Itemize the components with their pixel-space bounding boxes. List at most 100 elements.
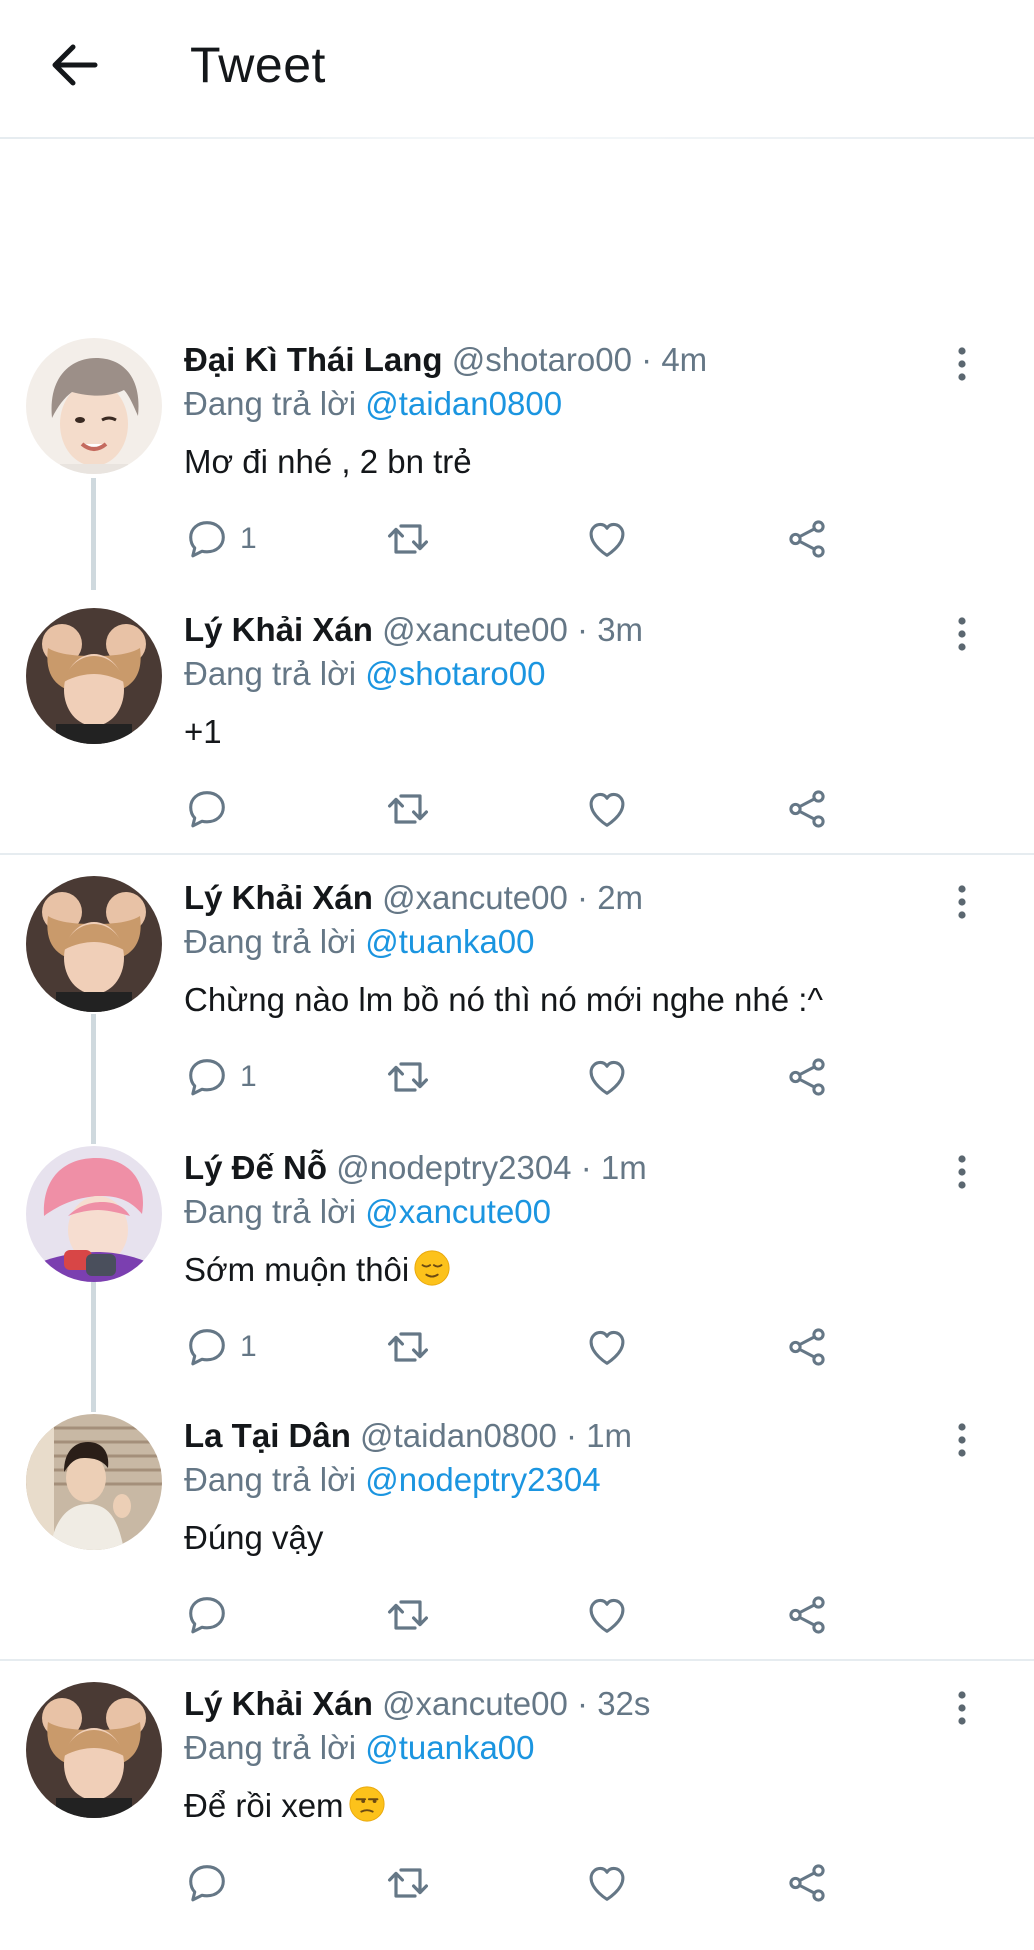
retweet-button[interactable] (384, 1051, 432, 1103)
reply-button[interactable]: 1 (184, 513, 257, 565)
more-options-button[interactable] (942, 1418, 982, 1462)
timestamp[interactable]: · 3m (577, 611, 643, 648)
share-button[interactable] (784, 1857, 830, 1909)
reply-button[interactable]: 1 (184, 1321, 257, 1373)
back-button[interactable] (44, 38, 104, 92)
handle[interactable]: @taidan0800 (360, 1417, 557, 1454)
comment-icon (184, 516, 230, 562)
display-name[interactable]: Lý Khải Xán (184, 879, 373, 916)
retweet-icon (384, 1859, 432, 1907)
reply-mention[interactable]: @xancute00 (365, 1193, 551, 1230)
tweet[interactable]: La Tại Dân @taidan0800 · 1m Đang trả lời… (0, 1414, 1034, 1682)
retweet-button[interactable] (384, 513, 432, 565)
timestamp[interactable]: · 32s (577, 1685, 650, 1722)
more-options-button[interactable] (942, 612, 982, 656)
display-name[interactable]: Lý Khải Xán (184, 1685, 373, 1722)
reply-context: Đang trả lời @nodeptry2304 (184, 1458, 944, 1502)
avatar[interactable] (26, 1682, 162, 1818)
tweet-actions: 1 (184, 1321, 864, 1373)
reply-mention[interactable]: @taidan0800 (365, 385, 562, 422)
share-button[interactable] (784, 1321, 830, 1373)
tweet[interactable]: Lý Khải Xán @xancute00 · 2m Đang trả lời… (0, 876, 1034, 1144)
avatar[interactable] (26, 876, 162, 1012)
heart-icon (584, 1324, 630, 1370)
display-name[interactable]: Đại Kì Thái Lang (184, 341, 443, 378)
tweet-actions: 1 (184, 1051, 864, 1103)
more-options-button[interactable] (942, 1686, 982, 1730)
comment-icon (184, 1324, 230, 1370)
reply-button[interactable] (184, 1589, 240, 1641)
like-button[interactable] (584, 513, 630, 565)
tweet[interactable]: Lý Khải Xán @xancute00 · 32s Đang trả lờ… (0, 1682, 1034, 1950)
share-button[interactable] (784, 1051, 830, 1103)
unamused-face-emoji (348, 1786, 385, 1822)
display-name[interactable]: Lý Đế Nỗ (184, 1149, 327, 1186)
tweet-header: Lý Khải Xán @xancute00 · 3m (184, 608, 944, 652)
share-button[interactable] (784, 1589, 830, 1641)
comment-icon (184, 1860, 230, 1906)
tweet-actions (184, 783, 864, 835)
tweet[interactable]: Lý Khải Xán @xancute00 · 3m Đang trả lời… (0, 608, 1034, 876)
reply-button[interactable]: 1 (184, 1051, 257, 1103)
timestamp[interactable]: · 1m (566, 1417, 632, 1454)
handle[interactable]: @shotaro00 (452, 341, 632, 378)
more-options-button[interactable] (942, 1150, 982, 1194)
comment-icon (184, 786, 230, 832)
like-button[interactable] (584, 1321, 630, 1373)
tweet-text: +1 (184, 713, 222, 750)
retweet-icon (384, 785, 432, 833)
reply-context: Đang trả lời @taidan0800 (184, 382, 944, 426)
tweet-header: Lý Khải Xán @xancute00 · 32s (184, 1682, 944, 1726)
retweet-button[interactable] (384, 1589, 432, 1641)
more-options-button[interactable] (942, 880, 982, 924)
share-button[interactable] (784, 783, 830, 835)
timestamp[interactable]: · 4m (641, 341, 707, 378)
retweet-button[interactable] (384, 1857, 432, 1909)
more-vertical-icon (956, 1422, 968, 1458)
reply-count: 1 (240, 522, 257, 555)
reply-mention[interactable]: @tuanka00 (365, 1729, 534, 1766)
tweet[interactable]: Lý Đế Nỗ @nodeptry2304 · 1m Đang trả lời… (0, 1146, 1034, 1414)
comment-icon (184, 1592, 230, 1638)
share-icon (784, 1592, 830, 1638)
like-button[interactable] (584, 1051, 630, 1103)
reply-context: Đang trả lời @xancute00 (184, 1190, 944, 1234)
reply-button[interactable] (184, 1857, 240, 1909)
reply-count: 1 (240, 1060, 257, 1093)
tweet-body: Đại Kì Thái Lang @shotaro00 · 4m Đang tr… (184, 338, 944, 484)
handle[interactable]: @xancute00 (382, 611, 568, 648)
display-name[interactable]: La Tại Dân (184, 1417, 351, 1454)
like-button[interactable] (584, 1589, 630, 1641)
avatar[interactable] (26, 608, 162, 744)
share-icon (784, 1054, 830, 1100)
tweet-text: Đúng vậy (184, 1519, 324, 1556)
retweet-button[interactable] (384, 1321, 432, 1373)
like-button[interactable] (584, 783, 630, 835)
reply-prefix: Đang trả lời (184, 923, 357, 960)
tweet-body: Lý Khải Xán @xancute00 · 2m Đang trả lời… (184, 876, 944, 1022)
share-button[interactable] (784, 513, 830, 565)
retweet-button[interactable] (384, 783, 432, 835)
handle[interactable]: @xancute00 (382, 879, 568, 916)
reply-mention[interactable]: @nodeptry2304 (365, 1461, 600, 1498)
reply-count: 1 (240, 1330, 257, 1363)
avatar[interactable] (26, 1414, 162, 1550)
handle[interactable]: @xancute00 (382, 1685, 568, 1722)
display-name[interactable]: Lý Khải Xán (184, 611, 373, 648)
like-button[interactable] (584, 1857, 630, 1909)
heart-icon (584, 1592, 630, 1638)
heart-icon (584, 1860, 630, 1906)
reply-mention[interactable]: @shotaro00 (365, 655, 545, 692)
handle[interactable]: @nodeptry2304 (336, 1149, 571, 1186)
reply-mention[interactable]: @tuanka00 (365, 923, 534, 960)
tweet-header: La Tại Dân @taidan0800 · 1m (184, 1414, 944, 1458)
timestamp[interactable]: · 1m (581, 1149, 647, 1186)
tweet[interactable]: Đại Kì Thái Lang @shotaro00 · 4m Đang tr… (0, 338, 1034, 606)
reply-button[interactable] (184, 783, 240, 835)
more-options-button[interactable] (942, 342, 982, 386)
avatar[interactable] (26, 338, 162, 474)
timestamp[interactable]: · 2m (577, 879, 643, 916)
tweet-body: Lý Đế Nỗ @nodeptry2304 · 1m Đang trả lời… (184, 1146, 944, 1292)
more-vertical-icon (956, 1690, 968, 1726)
avatar[interactable] (26, 1146, 162, 1282)
